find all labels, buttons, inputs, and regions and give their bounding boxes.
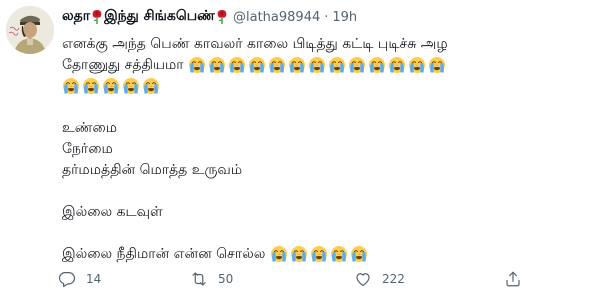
text-line: இல்லை கடவுள் — [62, 204, 163, 220]
tweet-card[interactable]: லதா இந்து சிங்கபெண் @latha98944 · 19h என… — [0, 0, 600, 300]
retweet-button[interactable]: 50 — [190, 270, 233, 288]
loudly-crying-face-icon — [289, 57, 305, 73]
action-bar: 14 50 222 — [58, 270, 598, 292]
heart-icon — [356, 273, 370, 286]
rose-icon — [217, 10, 227, 24]
loudly-crying-face-icon — [270, 246, 287, 262]
loudly-crying-face-icon — [123, 78, 139, 94]
loudly-crying-face-icon — [310, 246, 327, 262]
loudly-crying-face-icon — [209, 57, 225, 73]
loudly-crying-face-icon — [229, 57, 245, 73]
text-line: உண்மை — [62, 120, 118, 136]
display-name-part2: இந்து சிங்கபெண் — [104, 8, 215, 24]
loudly-crying-face-icon — [83, 78, 99, 94]
tweet-header: லதா இந்து சிங்கபெண் @latha98944 · 19h — [62, 6, 357, 28]
loudly-crying-face-icon — [429, 57, 445, 73]
loudly-crying-face-icon — [269, 57, 285, 73]
display-name-part1: லதா — [62, 8, 91, 24]
emoji-row — [62, 77, 160, 95]
display-name[interactable]: லதா இந்து சிங்கபெண் — [62, 8, 229, 26]
separator-dot: · — [324, 9, 329, 25]
loudly-crying-face-icon — [249, 57, 265, 73]
loudly-crying-face-icon — [189, 57, 205, 73]
text-line: இல்லை நீதிமான் என்ன சொல்ல — [62, 244, 592, 265]
rose-icon — [92, 10, 102, 24]
loudly-crying-face-icon — [369, 57, 385, 73]
avatar-image — [6, 6, 54, 54]
text-line: நேர்மை — [62, 141, 113, 157]
text-line: தர்மமத்தின் மொத்த உருவம் — [62, 162, 243, 178]
retweet-count: 50 — [218, 272, 234, 286]
reply-button[interactable]: 14 — [58, 270, 101, 288]
tweet-text: எனக்கு அந்த பெண் காவலர் காலை பிடித்து கட… — [62, 34, 592, 265]
reply-icon — [58, 272, 76, 288]
text-line: எனக்கு அந்த பெண் காவலர் காலை பிடித்து கட… — [62, 36, 448, 52]
loudly-crying-face-icon — [389, 57, 405, 73]
reply-count: 14 — [86, 272, 102, 286]
share-button[interactable] — [504, 270, 522, 288]
loudly-crying-face-icon — [290, 246, 307, 262]
text-line: தோணுது சத்தியமா — [62, 55, 592, 76]
emoji-row — [270, 245, 368, 263]
retweet-icon — [192, 272, 206, 286]
like-button[interactable]: 222 — [354, 270, 405, 288]
share-icon — [506, 271, 520, 287]
loudly-crying-face-icon — [330, 246, 347, 262]
emoji-row — [188, 56, 446, 74]
loudly-crying-face-icon — [350, 246, 367, 262]
loudly-crying-face-icon — [309, 57, 325, 73]
loudly-crying-face-icon — [63, 78, 79, 94]
loudly-crying-face-icon — [143, 78, 159, 94]
user-handle[interactable]: @latha98944 — [233, 10, 320, 25]
avatar[interactable] — [6, 6, 54, 54]
loudly-crying-face-icon — [409, 57, 425, 73]
loudly-crying-face-icon — [349, 57, 365, 73]
text-line — [62, 76, 592, 97]
loudly-crying-face-icon — [329, 57, 345, 73]
timestamp[interactable]: 19h — [332, 10, 357, 25]
like-count: 222 — [382, 272, 405, 286]
loudly-crying-face-icon — [103, 78, 119, 94]
